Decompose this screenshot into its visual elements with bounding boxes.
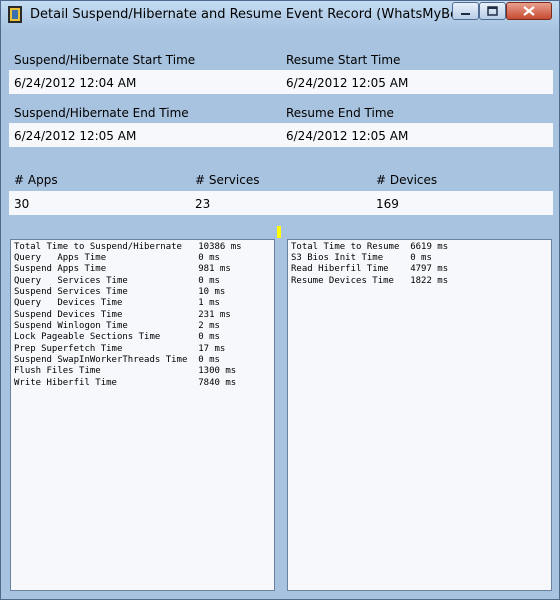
suspend-start-label: Suspend/Hibernate Start Time xyxy=(14,53,196,67)
suspend-stat-line: Suspend Services Time 10 ms xyxy=(14,287,226,297)
devices-count-label: # Devices xyxy=(376,173,438,187)
services-count-value[interactable]: 23 xyxy=(195,197,210,211)
maximize-icon xyxy=(487,6,498,16)
suspend-stat-line: Write Hiberfil Time 7840 ms xyxy=(14,378,237,388)
suspend-stat-line: Prep Superfetch Time 17 ms xyxy=(14,344,226,354)
resume-stat-line: Read Hiberfil Time 4797 ms xyxy=(291,264,449,274)
apps-count-value[interactable]: 30 xyxy=(14,197,29,211)
resume-end-value[interactable]: 6/24/2012 12:05 AM xyxy=(286,129,408,143)
suspend-stat-line: Suspend SwapInWorkerThreads Time 0 ms xyxy=(14,355,220,365)
counts-value-row: 30 23 169 xyxy=(9,191,553,215)
minimize-button[interactable] xyxy=(452,2,479,20)
end-time-value-row: 6/24/2012 12:05 AM 6/24/2012 12:05 AM xyxy=(9,123,553,147)
resume-stat-line: Total Time to Resume 6619 ms xyxy=(291,242,449,252)
suspend-end-label: Suspend/Hibernate End Time xyxy=(14,106,189,120)
resume-stat-line: Resume Devices Time 1822 ms xyxy=(291,276,449,286)
resume-stats-pane[interactable]: Total Time to Resume 6619 ms S3 Bios Ini… xyxy=(287,239,552,591)
suspend-stat-line: Suspend Winlogon Time 2 ms xyxy=(14,321,220,331)
start-time-value-row: 6/24/2012 12:04 AM 6/24/2012 12:05 AM xyxy=(9,70,553,94)
suspend-stat-line: Lock Pageable Sections Time 0 ms xyxy=(14,332,220,342)
whatsmyboot-app-icon xyxy=(8,6,22,23)
suspend-stats-pane[interactable]: Total Time to Suspend/Hibernate 10386 ms… xyxy=(10,239,275,591)
services-count-label: # Services xyxy=(195,173,260,187)
suspend-end-value[interactable]: 6/24/2012 12:05 AM xyxy=(14,129,136,143)
title-bar[interactable]: Detail Suspend/Hibernate and Resume Even… xyxy=(1,1,559,29)
maximize-button[interactable] xyxy=(479,2,506,20)
client-area: Suspend/Hibernate Start Time Resume Star… xyxy=(9,30,553,593)
resume-end-label: Resume End Time xyxy=(286,106,394,120)
pane-splitter[interactable] xyxy=(275,239,287,591)
window-title: Detail Suspend/Hibernate and Resume Even… xyxy=(30,7,477,22)
close-button[interactable] xyxy=(506,2,552,20)
detail-window: Detail Suspend/Hibernate and Resume Even… xyxy=(0,0,560,600)
close-icon xyxy=(523,6,535,16)
resume-start-label: Resume Start Time xyxy=(286,53,401,67)
splitter-marker[interactable] xyxy=(277,226,281,238)
end-time-label-row: Suspend/Hibernate End Time Resume End Ti… xyxy=(9,101,553,125)
start-time-label-row: Suspend/Hibernate Start Time Resume Star… xyxy=(9,48,553,72)
devices-count-value[interactable]: 169 xyxy=(376,197,399,211)
suspend-stat-line: Query Apps Time 0 ms xyxy=(14,253,220,263)
suspend-stat-line: Query Services Time 0 ms xyxy=(14,276,220,286)
counts-label-row: # Apps # Services # Devices xyxy=(9,168,553,192)
suspend-start-value[interactable]: 6/24/2012 12:04 AM xyxy=(14,76,136,90)
minimize-icon xyxy=(461,13,470,15)
suspend-stat-line: Suspend Devices Time 231 ms xyxy=(14,310,231,320)
resume-stat-line: S3 Bios Init Time 0 ms xyxy=(291,253,432,263)
suspend-stat-line: Total Time to Suspend/Hibernate 10386 ms xyxy=(14,242,242,252)
suspend-stat-line: Flush Files Time 1300 ms xyxy=(14,366,237,376)
suspend-stat-line: Suspend Apps Time 981 ms xyxy=(14,264,231,274)
resume-start-value[interactable]: 6/24/2012 12:05 AM xyxy=(286,76,408,90)
apps-count-label: # Apps xyxy=(14,173,58,187)
suspend-stat-line: Query Devices Time 1 ms xyxy=(14,298,220,308)
